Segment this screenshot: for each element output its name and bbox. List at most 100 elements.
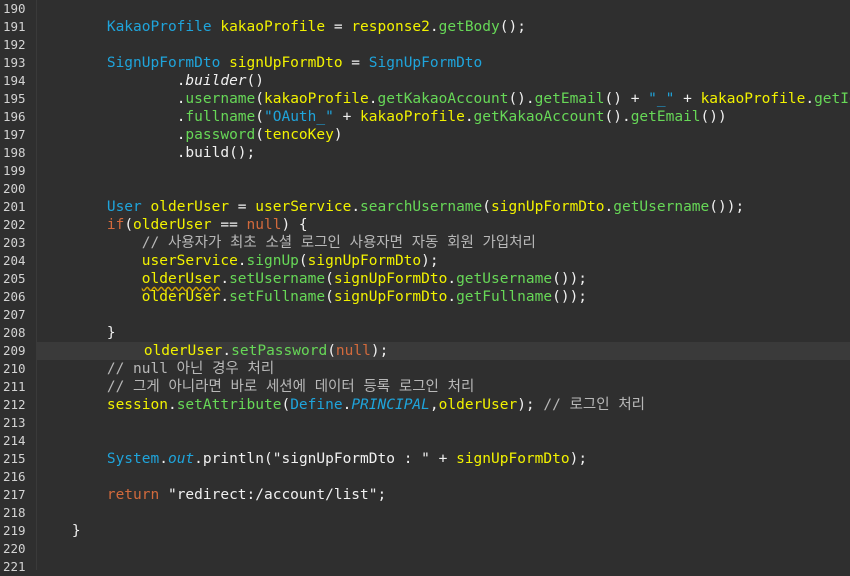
- line-number: 212: [3, 397, 26, 412]
- code-text: session.setAttribute(Define.PRINCIPAL,ol…: [37, 396, 645, 414]
- code-line-205[interactable]: 205 olderUser.setUsername(signUpFormDto.…: [0, 270, 850, 288]
- code-token: olderUser: [141, 271, 221, 287]
- line-number: 210: [3, 361, 26, 376]
- code-token: ): [333, 127, 343, 143]
- code-token: ());: [709, 199, 745, 215]
- code-token: +: [674, 91, 701, 107]
- code-line-198[interactable]: 198 .build();: [0, 144, 850, 162]
- code-token: (): [246, 73, 264, 89]
- code-line-193[interactable]: 193 SignUpFormDto signUpFormDto = SignUp…: [0, 54, 850, 72]
- code-token: (: [482, 199, 491, 215]
- line-number: 196: [3, 109, 26, 124]
- line-number: 204: [3, 253, 26, 268]
- code-token: (: [255, 127, 264, 143]
- code-line-207[interactable]: 207: [0, 306, 850, 324]
- code-token: setUsername: [229, 271, 326, 287]
- code-token: (: [298, 253, 308, 269]
- code-line-191[interactable]: 191 KakaoProfile kakaoProfile = response…: [0, 18, 850, 36]
- code-comment: // null 아닌 경우 처리: [106, 361, 275, 377]
- code-line-221[interactable]: 221: [0, 558, 850, 576]
- code-line-199[interactable]: 199: [0, 162, 850, 180]
- line-number: 220: [3, 541, 26, 556]
- code-token: .: [464, 109, 474, 125]
- code-token: if: [106, 217, 125, 233]
- code-line-201[interactable]: 201 User olderUser = userService.searchU…: [0, 198, 850, 216]
- code-text: .username(kakaoProfile.getKakaoAccount()…: [37, 90, 850, 108]
- code-line-196[interactable]: 196 .fullname("OAuth_" + kakaoProfile.ge…: [0, 108, 850, 126]
- code-token: .: [222, 343, 232, 359]
- code-line-217[interactable]: 217 return "redirect:/account/list";: [0, 486, 850, 504]
- code-line-219[interactable]: 219 }: [0, 522, 850, 540]
- line-number: 218: [3, 505, 26, 520]
- code-line-212[interactable]: 212 session.setAttribute(Define.PRINCIPA…: [0, 396, 850, 414]
- code-line-197[interactable]: 197 .password(tencoKey): [0, 126, 850, 144]
- code-token: signUpFormDto: [333, 289, 448, 305]
- code-token: +: [333, 109, 361, 125]
- code-line-195[interactable]: 195 .username(kakaoProfile.getKakaoAccou…: [0, 90, 850, 108]
- code-line-209[interactable]: 209 olderUser.setPassword(null);: [3, 342, 850, 360]
- code-token: session: [106, 397, 168, 413]
- code-token: out: [167, 451, 195, 467]
- code-line-190[interactable]: 190: [0, 0, 850, 18]
- code-token: );: [421, 253, 439, 269]
- code-token: (: [255, 91, 264, 107]
- code-token: setPassword: [231, 343, 328, 359]
- code-token: }: [106, 325, 116, 341]
- code-token: olderUser: [141, 289, 221, 305]
- code-token: (: [281, 397, 291, 413]
- code-text: System.out.println("signUpFormDto : " + …: [37, 450, 587, 468]
- code-token: signUpFormDto: [333, 271, 448, 287]
- code-line-210[interactable]: 210 // null 아닌 경우 처리: [0, 360, 850, 378]
- code-token: return: [106, 487, 160, 503]
- code-line-202[interactable]: 202 if(olderUser == null) {: [0, 216, 850, 234]
- code-token: );: [569, 451, 588, 467]
- code-line-204[interactable]: 204 userService.signUp(signUpFormDto);: [0, 252, 850, 270]
- line-number: 207: [3, 307, 26, 322]
- code-editor[interactable]: 190 191 KakaoProfile kakaoProfile = respo…: [0, 0, 850, 574]
- code-token: "_": [648, 91, 675, 107]
- code-line-218[interactable]: 218: [0, 504, 850, 522]
- line-number: 202: [3, 217, 26, 232]
- line-number: 190: [3, 1, 26, 16]
- code-line-206[interactable]: 206 olderUser.setFullname(signUpFormDto.…: [0, 288, 850, 306]
- line-number: 191: [3, 19, 26, 34]
- code-line-220[interactable]: 220: [0, 540, 850, 558]
- line-number: 198: [3, 145, 26, 160]
- code-token: ==: [211, 217, 247, 233]
- code-token: KakaoProfile: [106, 19, 212, 35]
- code-token: .: [447, 271, 457, 287]
- code-comment: // 사용자가 최초 소셜 로그인 사용자면 자동 회원 가입처리: [141, 235, 536, 251]
- code-token: getEmail: [630, 109, 701, 125]
- code-line-216[interactable]: 216: [0, 468, 850, 486]
- code-line-194[interactable]: 194 .builder(): [0, 72, 850, 90]
- code-token: () +: [604, 91, 649, 107]
- line-number: 205: [3, 271, 26, 286]
- line-number: 221: [3, 559, 26, 574]
- code-text: SignUpFormDto signUpFormDto = SignUpForm…: [37, 54, 482, 72]
- code-token: Define: [290, 397, 343, 413]
- code-line-214[interactable]: 214: [0, 432, 850, 450]
- code-line-208[interactable]: 208 }: [0, 324, 850, 342]
- code-token: getKakaoAccount: [473, 109, 605, 125]
- code-line-215[interactable]: 215 System.out.println("signUpFormDto : …: [0, 450, 850, 468]
- code-token: .: [220, 289, 230, 305]
- code-token: kakaoProfile: [700, 91, 806, 107]
- code-line-211[interactable]: 211 // 그게 아니라면 바로 세션에 데이터 등록 로그인 처리: [0, 378, 850, 396]
- code-line-213[interactable]: 213: [0, 414, 850, 432]
- code-token: .: [368, 91, 378, 107]
- line-number: 193: [3, 55, 26, 70]
- code-token: olderUser: [143, 343, 223, 359]
- code-line-200[interactable]: 200: [0, 180, 850, 198]
- code-line-192[interactable]: 192: [0, 36, 850, 54]
- code-line-203[interactable]: 203 // 사용자가 최초 소셜 로그인 사용자면 자동 회원 가입처리: [0, 234, 850, 252]
